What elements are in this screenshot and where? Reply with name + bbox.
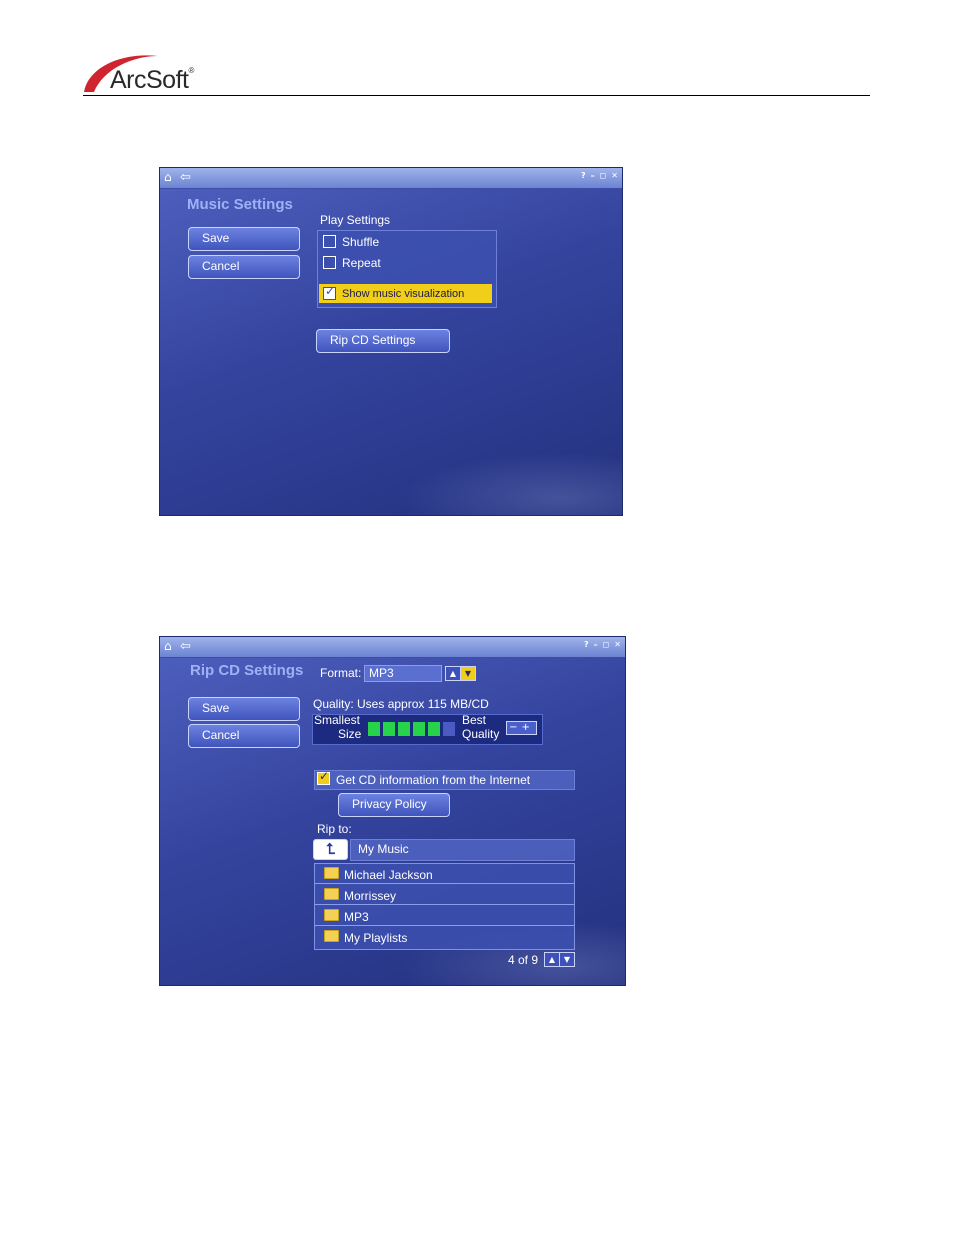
titlebar: ⌂ ⇦ ? – ◻ ✕	[160, 637, 625, 658]
internet-label: Get CD information from the Internet	[336, 773, 531, 787]
minimize-icon[interactable]: –	[591, 170, 595, 182]
quality-bar	[383, 722, 395, 736]
page-down-arrow-icon[interactable]: ▼	[559, 952, 575, 967]
list-item[interactable]: My Playlists	[315, 927, 574, 947]
rip-to-label: Rip to:	[317, 822, 352, 836]
up-folder-icon[interactable]: ⮤	[313, 839, 348, 860]
page-indicator: 4 of 9	[508, 953, 539, 967]
quality-bar	[398, 722, 410, 736]
size-label: Size	[338, 727, 362, 741]
folder-icon	[324, 867, 339, 879]
page-up-arrow-icon[interactable]: ▲	[544, 952, 560, 967]
help-icon[interactable]: ?	[581, 170, 586, 182]
list-item[interactable]: MP3	[315, 906, 574, 926]
quality-bar	[413, 722, 425, 736]
back-icon[interactable]: ⇦	[180, 170, 191, 185]
folder-icon	[324, 909, 339, 921]
quality-bar	[428, 722, 440, 736]
privacy-policy-button[interactable]: Privacy Policy	[338, 793, 450, 817]
smallest-label: Smallest	[314, 713, 361, 727]
arcsoft-logo: ArcSoft®	[80, 50, 210, 94]
play-settings-label: Play Settings	[320, 213, 391, 227]
save-button[interactable]: Save	[188, 697, 300, 721]
rip-cd-settings-button[interactable]: Rip CD Settings	[316, 329, 450, 353]
back-icon[interactable]: ⇦	[180, 639, 191, 654]
repeat-label: Repeat	[342, 256, 381, 270]
logo-text: ArcSoft®	[110, 66, 194, 94]
list-item[interactable]: Morrissey	[315, 885, 574, 905]
repeat-checkbox[interactable]	[323, 256, 336, 269]
checkmark-icon: ✓	[325, 284, 336, 298]
path-value: My Music	[358, 842, 409, 856]
quality-bar	[443, 722, 455, 736]
music-settings-screenshot: ⌂ ⇦ ? – ◻ ✕ Music Settings Save Cancel P…	[159, 167, 623, 516]
quality-minus-plus-button[interactable]: −+	[506, 721, 537, 735]
home-icon[interactable]: ⌂	[164, 170, 172, 185]
shuffle-checkbox[interactable]	[323, 235, 336, 248]
minimize-icon[interactable]: –	[594, 639, 598, 651]
page-title: Rip CD Settings	[190, 662, 304, 679]
restore-icon[interactable]: ◻	[603, 639, 610, 651]
internet-checkbox[interactable]: ✓	[317, 769, 330, 785]
rip-cd-settings-screenshot: ⌂ ⇦ ? – ◻ ✕ Rip CD Settings Save Cancel …	[159, 636, 626, 986]
quality-label: Quality	[462, 727, 500, 741]
cancel-button[interactable]: Cancel	[188, 724, 300, 748]
folder-list: Michael Jackson Morrissey MP3 My Playlis…	[314, 863, 575, 950]
close-icon[interactable]: ✕	[611, 170, 618, 182]
format-down-arrow-icon[interactable]: ▼	[460, 666, 476, 681]
list-item[interactable]: Michael Jackson	[315, 864, 574, 884]
format-up-arrow-icon[interactable]: ▲	[445, 666, 461, 681]
cancel-button[interactable]: Cancel	[188, 255, 300, 279]
header-divider	[83, 95, 870, 96]
quality-bar	[368, 722, 380, 736]
home-icon[interactable]: ⌂	[164, 639, 172, 654]
format-select[interactable]: MP3	[364, 665, 442, 682]
visualization-checkbox[interactable]: ✓	[323, 284, 336, 300]
best-label: Best	[462, 713, 487, 727]
titlebar: ⌂ ⇦ ? – ◻ ✕	[160, 168, 622, 189]
quality-text: Quality: Uses approx 115 MB/CD	[313, 697, 489, 711]
folder-icon	[324, 930, 339, 942]
format-label: Format:	[320, 666, 362, 680]
visualization-label: Show music visualization	[342, 288, 465, 300]
page-title: Music Settings	[187, 196, 293, 213]
help-icon[interactable]: ?	[584, 639, 589, 651]
save-button[interactable]: Save	[188, 227, 300, 251]
checkmark-icon: ✓	[319, 769, 330, 783]
shuffle-label: Shuffle	[342, 235, 380, 249]
restore-icon[interactable]: ◻	[600, 170, 607, 182]
close-icon[interactable]: ✕	[614, 639, 621, 651]
folder-icon	[324, 888, 339, 900]
